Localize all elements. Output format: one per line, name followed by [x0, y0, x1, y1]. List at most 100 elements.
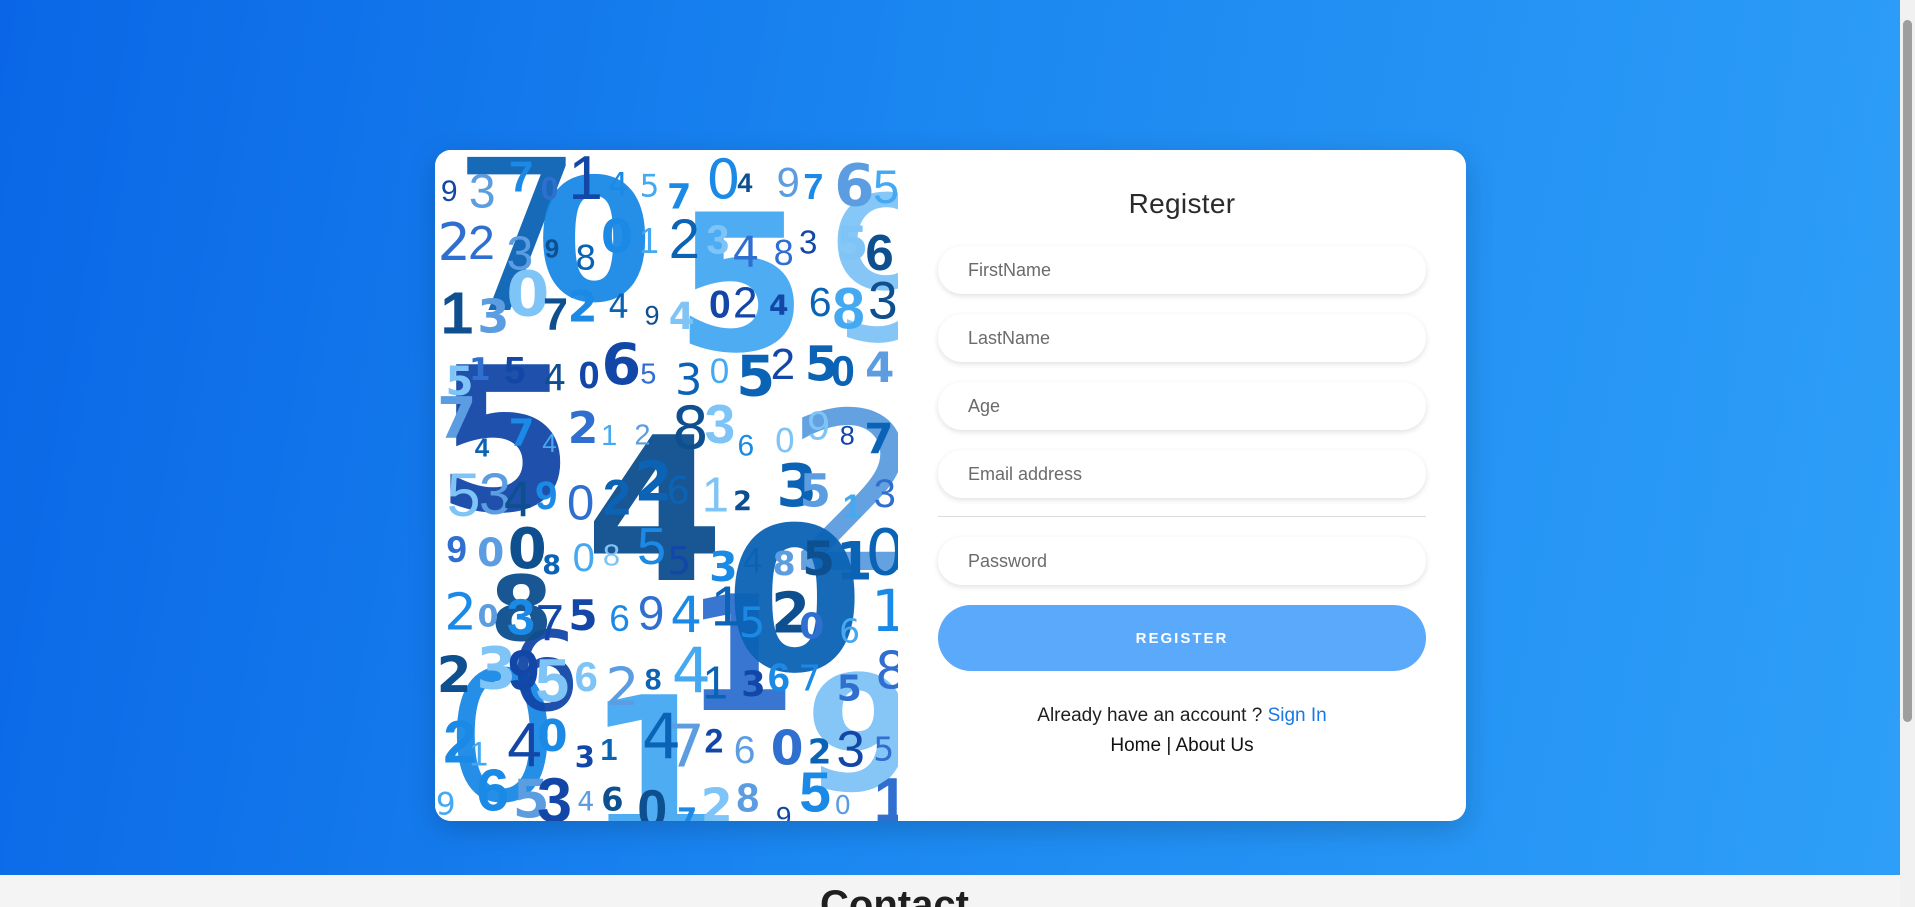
- art-digit: 2: [468, 217, 495, 270]
- first-name-input[interactable]: [938, 246, 1426, 294]
- art-digit: 5: [667, 539, 691, 583]
- art-digit: 0: [831, 348, 855, 396]
- art-digit: 1: [469, 352, 491, 388]
- last-name-input[interactable]: [938, 314, 1426, 362]
- art-digit: 3: [868, 272, 897, 331]
- page-scrollbar[interactable]: [1900, 0, 1915, 907]
- register-form: Register REGISTER Already have an accoun…: [898, 150, 1466, 821]
- account-prompt-text: Already have an account ?: [1037, 705, 1263, 726]
- art-digit: 0: [637, 780, 667, 821]
- art-digit: 2: [771, 340, 795, 389]
- art-digit: 7: [864, 415, 893, 464]
- home-link[interactable]: Home: [1110, 735, 1161, 756]
- art-digit: 6: [476, 757, 509, 821]
- sign-in-link[interactable]: Sign In: [1268, 705, 1327, 726]
- art-digit: 7: [677, 802, 697, 821]
- art-digit: 8: [542, 550, 561, 581]
- art-digit: 2: [701, 779, 733, 821]
- art-digit: 9: [777, 159, 800, 206]
- art-digit: 5: [873, 730, 894, 769]
- art-digit: 0: [537, 711, 568, 762]
- art-digit: 8: [773, 544, 796, 583]
- art-digit: 2: [438, 213, 471, 273]
- art-digit: 3: [837, 721, 865, 778]
- art-digit: 3: [575, 740, 595, 774]
- form-divider: [938, 516, 1426, 517]
- email-input[interactable]: [938, 450, 1426, 498]
- art-digit: 6: [734, 729, 756, 772]
- art-digit: 2: [733, 486, 752, 517]
- art-digit: 3: [799, 223, 817, 260]
- art-digit: 1: [601, 420, 617, 452]
- contact-heading: Contact: [820, 883, 969, 907]
- register-button[interactable]: REGISTER: [938, 605, 1426, 671]
- art-digit: 4: [865, 343, 894, 392]
- art-digit: 9: [436, 786, 456, 821]
- art-digit: 9: [535, 474, 557, 518]
- art-digit: 6: [834, 151, 874, 219]
- art-digit: 8: [672, 393, 710, 462]
- art-digit: 4: [743, 542, 762, 581]
- art-digit: 7: [798, 658, 821, 699]
- art-digit: 8: [840, 420, 855, 450]
- art-digit: 4: [542, 428, 556, 458]
- art-digit: 0: [579, 355, 600, 397]
- art-digit: 4: [577, 787, 594, 818]
- art-digit: 0: [478, 600, 499, 635]
- art-digit: 4: [737, 168, 752, 198]
- art-digit: 0: [799, 607, 824, 648]
- art-digit: 1: [871, 577, 898, 645]
- art-digit: 9: [441, 175, 458, 208]
- art-digit: 0: [601, 209, 633, 263]
- art-digit: 4: [608, 166, 628, 204]
- link-separator: |: [1166, 735, 1172, 756]
- art-digit: 0: [567, 477, 594, 531]
- art-digit: 2: [437, 646, 472, 704]
- numbers-pattern-image: 7059542100196893701457049765223980123483…: [435, 150, 898, 821]
- art-digit: 6: [575, 653, 598, 700]
- art-digit: 7: [509, 153, 533, 202]
- art-digit: 7: [536, 594, 564, 651]
- art-digit: 3: [469, 166, 496, 219]
- art-digit: 6: [839, 612, 860, 651]
- art-digit: 5: [736, 345, 775, 410]
- art-digit: 8: [603, 537, 620, 572]
- art-digit: 2: [444, 584, 476, 643]
- art-digit: 5: [640, 169, 660, 205]
- art-digit: 2: [669, 207, 700, 270]
- art-digit: 5: [504, 350, 525, 392]
- art-digit: 9: [645, 300, 660, 330]
- art-digit: 6: [666, 470, 690, 513]
- art-digit: 4: [669, 295, 695, 338]
- art-digit: 7: [667, 711, 705, 780]
- art-digit: 0: [477, 531, 504, 576]
- art-digit: 3: [741, 665, 765, 705]
- art-digit: 1: [568, 150, 602, 213]
- scrollbar-thumb[interactable]: [1903, 20, 1912, 722]
- about-us-link[interactable]: About Us: [1175, 735, 1253, 756]
- register-card: 7059542100196893701457049765223980123483…: [435, 150, 1466, 821]
- signin-prompt: Already have an account ? Sign In: [938, 705, 1426, 727]
- art-digit: 9: [776, 801, 792, 821]
- art-digit: 8: [875, 641, 898, 701]
- art-digit: 1: [843, 488, 862, 526]
- art-digit: 0: [573, 536, 595, 580]
- art-digit: 4: [544, 358, 567, 399]
- password-input[interactable]: [938, 537, 1426, 585]
- art-digit: 1: [441, 280, 474, 346]
- art-digit: 5: [802, 532, 835, 587]
- art-digit: 5: [873, 160, 898, 213]
- art-digit: 6: [768, 656, 790, 700]
- art-digit: 7: [437, 386, 477, 452]
- numbers-pattern-graphic: 70 5 95 4 2100 1 9689 3 7 0 1 4 5 7 04 9 7 6522 3 9 8 0 1 2 3 4 8 3…: [435, 150, 898, 821]
- art-digit: 7: [543, 289, 568, 340]
- art-digit: 1: [874, 766, 898, 821]
- art-digit: 8: [736, 775, 759, 821]
- art-digit: 2: [568, 282, 598, 332]
- art-digit: 4: [475, 432, 490, 462]
- art-digit: 0: [710, 352, 729, 391]
- art-digit: 7: [803, 166, 823, 207]
- art-digit: 2: [603, 469, 631, 525]
- age-input[interactable]: [938, 382, 1426, 430]
- art-digit: 6: [602, 332, 642, 398]
